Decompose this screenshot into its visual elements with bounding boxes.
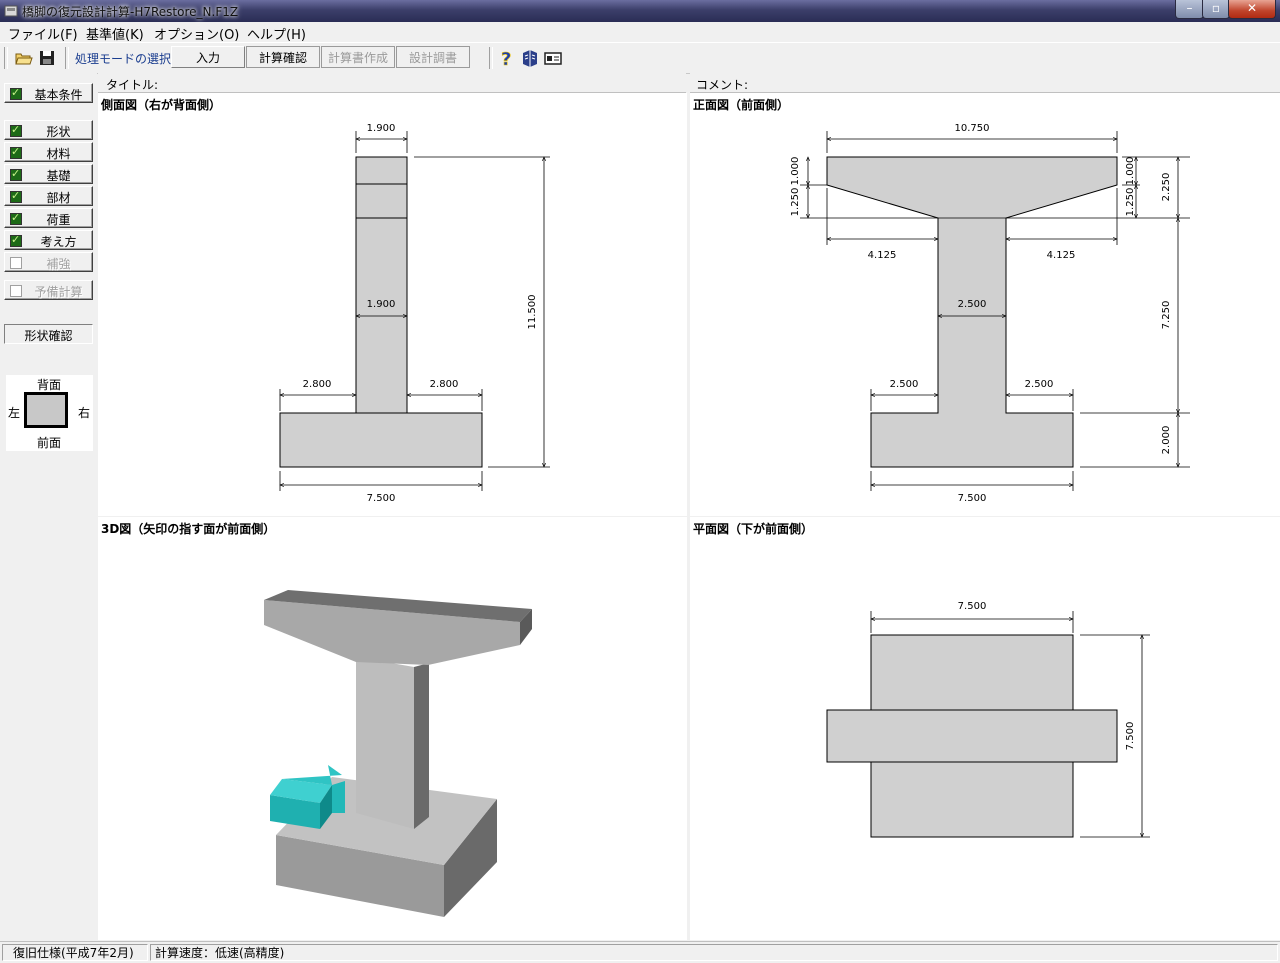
orientation-front-label: 前面 bbox=[37, 436, 62, 450]
sidebar-item-member[interactable]: 部材 bbox=[4, 186, 93, 206]
check-icon bbox=[10, 211, 22, 225]
title-bar: 橋脚の復元設計計算-H7Restore_N.F1Z – ▫ ✕ bbox=[0, 0, 1280, 22]
maximize-button[interactable]: ▫ bbox=[1202, 0, 1230, 19]
side-dim-height: 11.500 bbox=[527, 295, 538, 330]
side-column bbox=[355, 156, 408, 414]
status-speed: 計算速度：低速(高精度) bbox=[150, 944, 1278, 961]
front-dim-beam-total: 2.250 bbox=[1161, 173, 1172, 202]
menu-help[interactable]: ヘルプ(H) bbox=[247, 24, 306, 43]
app-icon bbox=[4, 5, 18, 17]
front-dim-column-height: 7.250 bbox=[1161, 301, 1172, 330]
manual-book-icon[interactable] bbox=[520, 48, 540, 68]
open-folder-icon[interactable] bbox=[14, 48, 34, 68]
checkbox-empty-icon bbox=[10, 257, 22, 269]
check-icon bbox=[10, 233, 22, 247]
orientation-diagram: 背面 左 右 前面 bbox=[6, 375, 93, 451]
status-bar: 復旧仕様(平成7年2月) 計算速度：低速(高精度) bbox=[0, 941, 1280, 963]
front-dim-cantilever-right: 4.125 bbox=[1047, 250, 1076, 261]
plan-dim-depth: 7.500 bbox=[1125, 722, 1136, 751]
check-icon bbox=[10, 86, 22, 100]
orientation-square bbox=[24, 392, 68, 428]
preliminary-calc-button[interactable]: 予備計算 bbox=[4, 280, 93, 300]
side-dim-right-footing: 2.800 bbox=[430, 379, 459, 390]
toolbar-separator-2 bbox=[489, 47, 493, 69]
sidebar-item-material[interactable]: 材料 bbox=[4, 142, 93, 162]
front-dim-beam-depth-a: 1.000 bbox=[790, 157, 801, 186]
sidebar-item-shape[interactable]: 形状 bbox=[4, 120, 93, 140]
front-dim-beam-depth-d: 1.250 bbox=[1125, 188, 1136, 217]
comment-header: コメント: bbox=[690, 73, 1280, 93]
close-button[interactable]: ✕ bbox=[1228, 0, 1276, 19]
plan-view-pane: 平面図（下が前面側） 7.500 7.500 bbox=[690, 517, 1280, 940]
minimize-button[interactable]: – bbox=[1175, 0, 1204, 19]
side-dim-column-width: 1.900 bbox=[367, 299, 396, 310]
iso-view-drawing bbox=[264, 590, 532, 917]
mode-select-label: 処理モードの選択 bbox=[75, 52, 172, 66]
front-arrow-tip bbox=[332, 781, 345, 813]
side-dim-left-footing: 2.800 bbox=[303, 379, 332, 390]
plan-beam bbox=[826, 709, 1118, 763]
mode-calc-check-button[interactable]: 計算確認 bbox=[246, 46, 320, 68]
front-dim-beam-depth-b: 1.250 bbox=[790, 188, 801, 217]
menu-options[interactable]: オプション(O) bbox=[154, 24, 239, 43]
front-pier-shape bbox=[826, 156, 1118, 468]
side-view-drawing: 1.900 1.900 2.800 2.800 7.500 11.500 bbox=[98, 123, 550, 504]
iso-column-front bbox=[356, 657, 414, 829]
support-card-icon[interactable] bbox=[543, 48, 563, 68]
front-dim-beam-depth-c: 1.000 bbox=[1125, 157, 1136, 186]
check-icon bbox=[10, 145, 22, 159]
basic-conditions-button[interactable]: 基本条件 bbox=[4, 83, 93, 103]
side-view-pane: 側面図（右が背面側） 1.900 1.900 2.800 2.800 7.500… bbox=[98, 93, 687, 516]
front-dim-left-footing: 2.500 bbox=[890, 379, 919, 390]
title-header: タイトル: bbox=[98, 73, 686, 93]
sidebar-item-reinforcement[interactable]: 補強 bbox=[4, 252, 93, 272]
toolbar: 処理モードの選択 入力 計算確認 計算書作成 設計調書 ? bbox=[0, 42, 1280, 74]
sidebar-item-approach[interactable]: 考え方 bbox=[4, 230, 93, 250]
sidebar-item-foundation[interactable]: 基礎 bbox=[4, 164, 93, 184]
help-icon[interactable]: ? bbox=[497, 48, 517, 68]
orientation-right-label: 右 bbox=[78, 406, 91, 420]
front-dim-column-width: 2.500 bbox=[958, 299, 987, 310]
front-dim-beam-width: 10.750 bbox=[955, 123, 990, 134]
save-icon[interactable] bbox=[37, 48, 57, 68]
orientation-left-label: 左 bbox=[8, 406, 21, 420]
side-footing bbox=[279, 412, 483, 468]
check-icon bbox=[10, 189, 22, 203]
iso-view-pane: 3D図（矢印の指す面が前面側） bbox=[98, 517, 687, 940]
side-dim-footing-width: 7.500 bbox=[367, 493, 396, 504]
front-view-drawing: 10.750 4.125 4.125 2.500 2.500 2.500 7.5… bbox=[790, 123, 1190, 504]
status-spec: 復旧仕様(平成7年2月) bbox=[2, 944, 148, 961]
window-title: 橋脚の復元設計計算-H7Restore_N.F1Z bbox=[22, 5, 239, 19]
front-dim-cantilever-left: 4.125 bbox=[868, 250, 897, 261]
iso-column-side bbox=[414, 663, 429, 829]
mode-design-sheet-button[interactable]: 設計調書 bbox=[396, 46, 470, 68]
plan-view-drawing: 7.500 7.500 bbox=[826, 601, 1150, 940]
mode-report-button[interactable]: 計算書作成 bbox=[321, 46, 395, 68]
menu-bar: ファイル(F) 基準値(K) オプション(O) ヘルプ(H) bbox=[0, 22, 1280, 43]
toolbar-grip bbox=[4, 47, 8, 69]
svg-text:?: ? bbox=[501, 49, 511, 68]
front-dim-footing-height: 2.000 bbox=[1161, 426, 1172, 455]
check-icon bbox=[10, 167, 22, 181]
menu-file[interactable]: ファイル(F) bbox=[8, 24, 78, 43]
front-dim-footing-width: 7.500 bbox=[958, 493, 987, 504]
left-panel: 基本条件 形状 材料 基礎 部材 荷重 考え方 補強 予備計算 形状確認 背面 … bbox=[0, 73, 97, 940]
shape-confirm-button[interactable]: 形状確認 bbox=[4, 324, 93, 344]
side-dim-top-width: 1.900 bbox=[367, 123, 396, 134]
checkbox-empty-icon bbox=[10, 285, 22, 297]
menu-standards[interactable]: 基準値(K) bbox=[86, 24, 144, 43]
orientation-back-label: 背面 bbox=[37, 378, 62, 392]
toolbar-separator bbox=[65, 47, 69, 69]
sidebar-item-load[interactable]: 荷重 bbox=[4, 208, 93, 228]
front-dim-right-footing: 2.500 bbox=[1025, 379, 1054, 390]
mode-input-button[interactable]: 入力 bbox=[171, 46, 245, 68]
front-view-pane: 正面図（前面側） 10.750 4.125 4.125 2.500 2.500 … bbox=[690, 93, 1280, 516]
plan-dim-width: 7.500 bbox=[958, 601, 987, 612]
check-icon bbox=[10, 123, 22, 137]
